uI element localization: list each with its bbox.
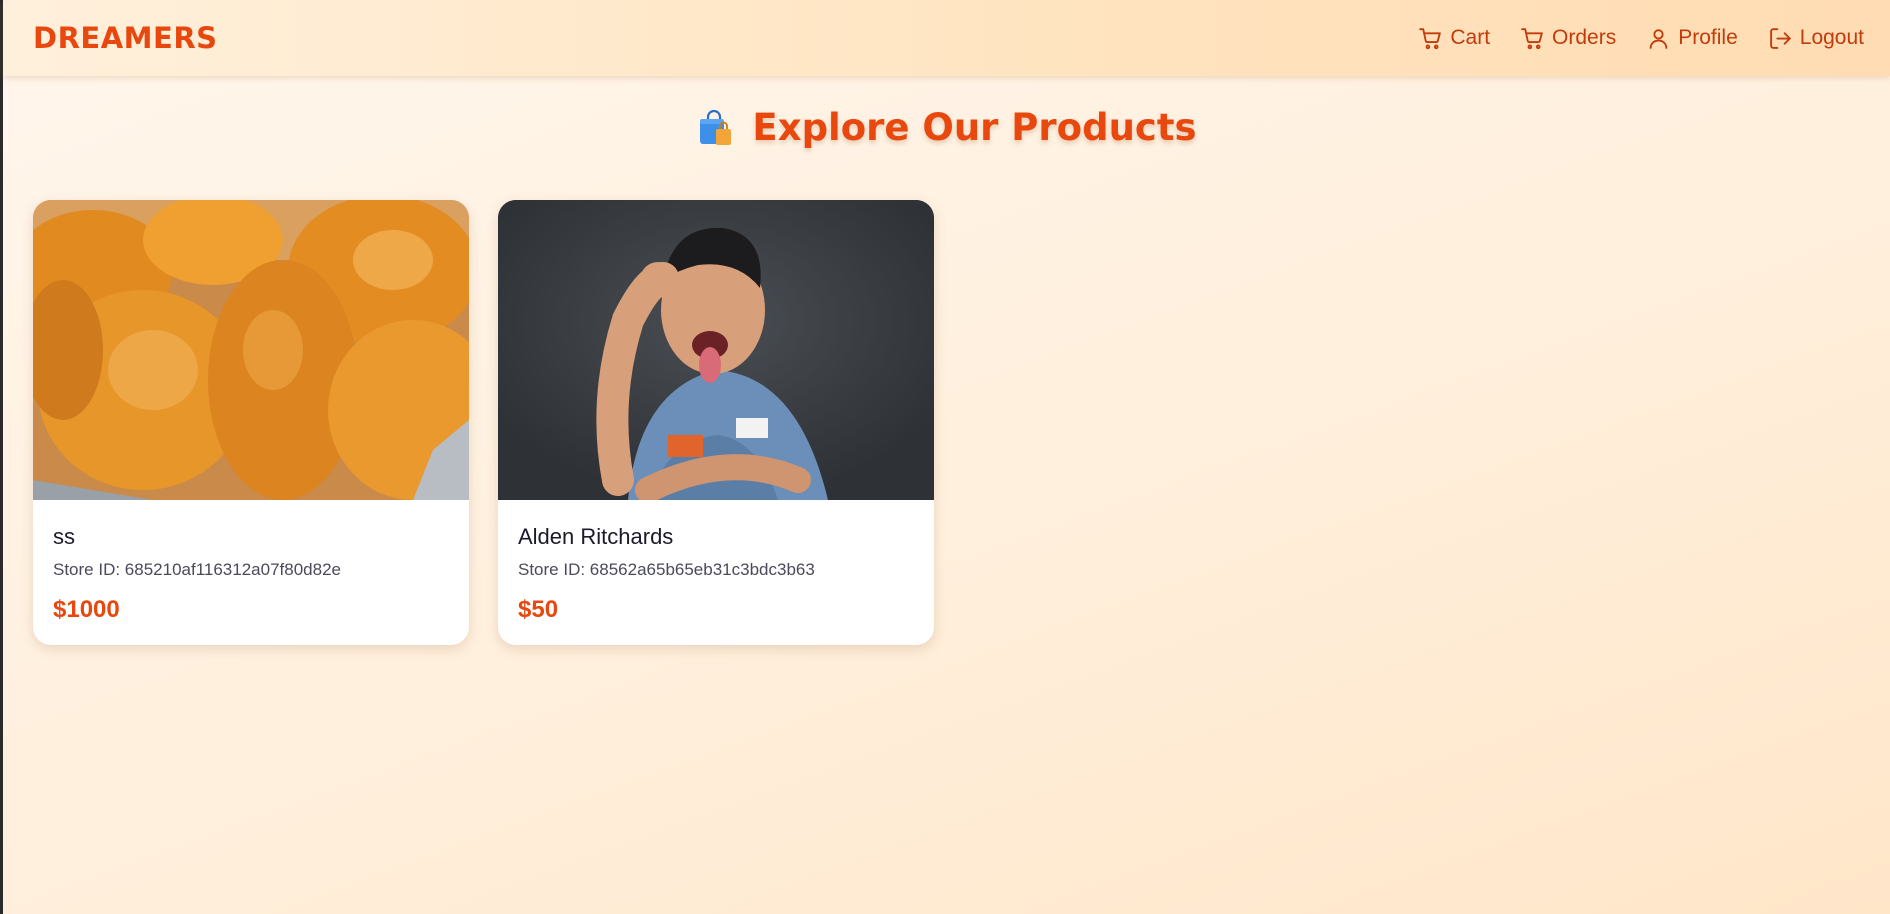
user-icon: [1649, 28, 1668, 49]
person-photo: [498, 200, 934, 500]
product-store-id: Store ID: 685210af116312a07f80d82e: [53, 560, 341, 579]
cart-icon: [1419, 27, 1442, 49]
navbar: DREAMERS Cart Orders Profile Logout: [3, 0, 1890, 76]
product-card[interactable]: ss Store ID: 685210af116312a07f80d82e $1…: [33, 200, 469, 645]
product-store-id: Store ID: 68562a65b65eb31c3bdc3b63: [518, 560, 815, 579]
nav-profile-label: Profile: [1678, 26, 1738, 49]
nav-logout-link[interactable]: Logout: [1768, 26, 1864, 51]
logout-icon: [1769, 27, 1791, 49]
product-grid: ss Store ID: 685210af116312a07f80d82e $1…: [33, 200, 934, 645]
nav-cart-label: Cart: [1450, 26, 1491, 49]
nav-logout-label: Logout: [1799, 26, 1864, 49]
product-name: ss: [53, 524, 75, 549]
brand-logo[interactable]: DREAMERS: [33, 21, 218, 55]
cart-icon: [1521, 27, 1543, 49]
fried-chicken-photo: [33, 200, 469, 500]
nav-orders-link[interactable]: Orders: [1520, 26, 1616, 51]
page-heading: Explore Our Products: [3, 106, 1890, 149]
nav-links: Cart Orders Profile Logout: [1418, 26, 1864, 51]
product-price: $1000: [53, 596, 120, 623]
product-card[interactable]: Alden Ritchards Store ID: 68562a65b65eb3…: [498, 200, 934, 645]
nav-orders-label: Orders: [1552, 26, 1617, 49]
page-title: Explore Our Products: [752, 106, 1197, 149]
product-price: $50: [518, 596, 559, 623]
shopping-bag-icon: [700, 109, 732, 145]
nav-profile-link[interactable]: Profile: [1646, 26, 1738, 51]
product-name: Alden Ritchards: [518, 524, 674, 549]
nav-cart-link[interactable]: Cart: [1418, 26, 1490, 51]
